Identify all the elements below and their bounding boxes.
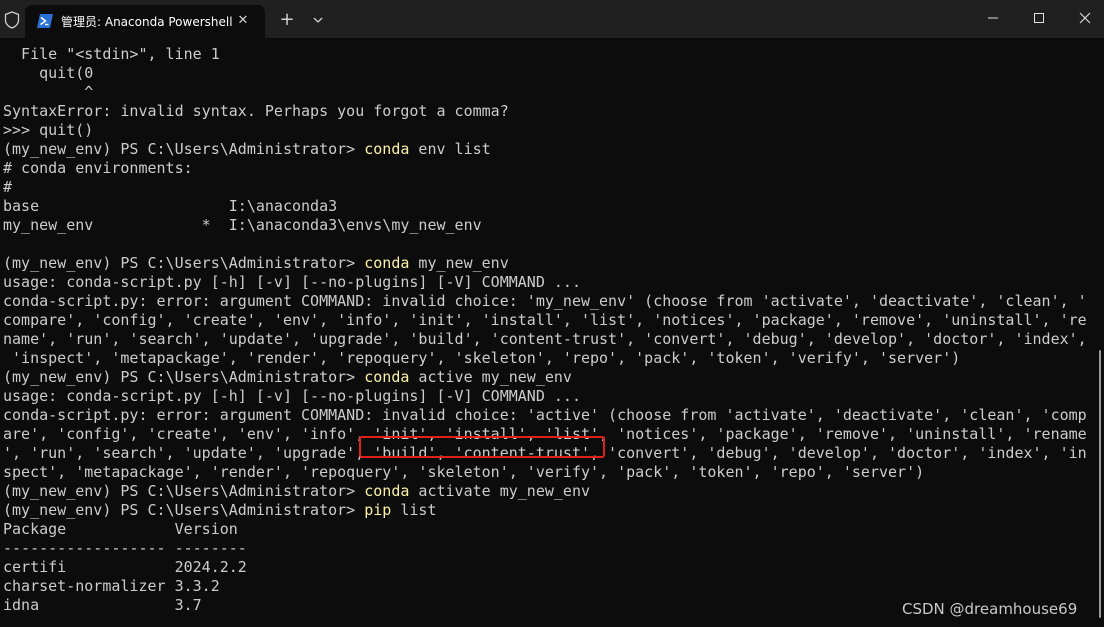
shield-icon xyxy=(4,11,20,29)
terminal-text: (my_new_env) PS C:\Users\Administrator> xyxy=(3,254,365,272)
terminal-line: (my_new_env) PS C:\Users\Administrator> … xyxy=(3,140,1092,159)
minimize-icon xyxy=(988,17,998,19)
terminal-output[interactable]: File "<stdin>", line 1 quit(0 ^ SyntaxErr… xyxy=(0,45,1092,627)
terminal-line: quit(0 xyxy=(3,64,1092,83)
terminal-text: certifi 2024.2.2 xyxy=(3,558,247,576)
terminal-text: # conda environments: xyxy=(3,159,193,177)
terminal-line: (my_new_env) PS C:\Users\Administrator> … xyxy=(3,482,1092,501)
command-keyword: conda xyxy=(364,140,410,158)
terminal-line: (my_new_env) PS C:\Users\Administrator> … xyxy=(3,254,1092,273)
terminal-text: my_new_env xyxy=(409,254,509,272)
terminal-line: >>> quit() xyxy=(3,121,1092,140)
terminal-text: File "<stdin>", line 1 xyxy=(3,45,220,63)
terminal-text: ^ xyxy=(3,83,94,101)
command-keyword: pip xyxy=(364,501,392,519)
terminal-line: File "<stdin>", line 1 xyxy=(3,45,1092,64)
terminal-text: idna 3.7 xyxy=(3,596,202,614)
terminal-text: usage: conda-script.py [-h] [-v] [--no-p… xyxy=(3,387,581,405)
terminal-text: usage: conda-script.py [-h] [-v] [--no-p… xyxy=(3,273,581,291)
terminal-text: name', 'run', 'search', 'update', 'upgra… xyxy=(3,330,1087,348)
title-bar: 管理员: Anaconda Powershell ✕ + xyxy=(0,0,1104,38)
highlight-box xyxy=(359,436,605,458)
terminal-text: active my_new_env xyxy=(409,368,572,386)
terminal-line: usage: conda-script.py [-h] [-v] [--no-p… xyxy=(3,273,1092,292)
terminal-line: (my_new_env) PS C:\Users\Administrator> … xyxy=(3,368,1092,387)
terminal-text: base I:\anaconda3 xyxy=(3,197,338,215)
minimize-button[interactable] xyxy=(970,0,1016,36)
close-window-icon xyxy=(1079,12,1091,24)
close-icon[interactable]: ✕ xyxy=(233,11,253,31)
terminal-text: (my_new_env) PS C:\Users\Administrator> xyxy=(3,501,365,519)
terminal-line: certifi 2024.2.2 xyxy=(3,558,1092,577)
terminal-line: charset-normalizer 3.3.2 xyxy=(3,577,1092,596)
terminal-text: Package Version xyxy=(3,520,238,538)
powershell-icon xyxy=(37,14,53,28)
terminal-line: name', 'run', 'search', 'update', 'upgra… xyxy=(3,330,1092,349)
plus-icon[interactable]: + xyxy=(277,10,297,30)
terminal-line: spect', 'metapackage', 'render', 'repoqu… xyxy=(3,463,1092,482)
terminal-text: conda-script.py: error: argument COMMAND… xyxy=(3,292,1087,310)
terminal-text: conda-script.py: error: argument COMMAND… xyxy=(3,406,1087,424)
terminal-line: Package Version xyxy=(3,520,1092,539)
terminal-line: conda-script.py: error: argument COMMAND… xyxy=(3,406,1092,425)
terminal-text: # xyxy=(3,178,13,196)
terminal-line: ------------------ -------- xyxy=(3,539,1092,558)
terminal-text: (my_new_env) PS C:\Users\Administrator> xyxy=(3,368,365,386)
command-keyword: conda xyxy=(364,482,410,500)
terminal-text: my_new_env * I:\anaconda3\envs\my_new_en… xyxy=(3,216,482,234)
terminal-window: 管理员: Anaconda Powershell ✕ + File "<stdi… xyxy=(0,0,1104,627)
terminal-text: env list xyxy=(409,140,491,158)
command-keyword: conda xyxy=(364,254,410,272)
terminal-text: charset-normalizer 3.3.2 xyxy=(3,577,220,595)
terminal-line: # conda environments: xyxy=(3,159,1092,178)
terminal-text: SyntaxError: invalid syntax. Perhaps you… xyxy=(3,102,509,120)
terminal-text: quit(0 xyxy=(3,64,94,82)
terminal-line: SyntaxError: invalid syntax. Perhaps you… xyxy=(3,102,1092,121)
chevron-down-icon[interactable] xyxy=(308,10,328,30)
close-window-button[interactable] xyxy=(1062,0,1104,36)
terminal-line: compare', 'config', 'create', 'env', 'in… xyxy=(3,311,1092,330)
terminal-line: base I:\anaconda3 xyxy=(3,197,1092,216)
terminal-line: 'inspect', 'metapackage', 'render', 'rep… xyxy=(3,349,1092,368)
terminal-text: 'inspect', 'metapackage', 'render', 'rep… xyxy=(3,349,961,367)
terminal-text: (my_new_env) PS C:\Users\Administrator> xyxy=(3,140,365,158)
command-keyword: conda xyxy=(364,368,410,386)
maximize-icon xyxy=(1034,13,1044,23)
terminal-line: (my_new_env) PS C:\Users\Administrator> … xyxy=(3,501,1092,520)
terminal-line: # xyxy=(3,178,1092,197)
terminal-line: my_new_env * I:\anaconda3\envs\my_new_en… xyxy=(3,216,1092,235)
terminal-text: (my_new_env) PS C:\Users\Administrator> xyxy=(3,482,365,500)
terminal-text: >>> quit() xyxy=(3,121,94,139)
tab-title: 管理员: Anaconda Powershell xyxy=(61,15,233,29)
terminal-text: activate my_new_env xyxy=(409,482,591,500)
scrollbar[interactable] xyxy=(1099,350,1101,618)
terminal-line: usage: conda-script.py [-h] [-v] [--no-p… xyxy=(3,387,1092,406)
maximize-button[interactable] xyxy=(1016,0,1062,36)
terminal-line: conda-script.py: error: argument COMMAND… xyxy=(3,292,1092,311)
watermark: CSDN @dreamhouse69 xyxy=(902,600,1078,618)
terminal-text: compare', 'config', 'create', 'env', 'in… xyxy=(3,311,1087,329)
terminal-text: spect', 'metapackage', 'render', 'repoqu… xyxy=(3,463,925,481)
tab-anaconda-powershell[interactable]: 管理员: Anaconda Powershell ✕ xyxy=(25,5,265,38)
terminal-text: ------------------ -------- xyxy=(3,539,247,557)
terminal-line: ^ xyxy=(3,83,1092,102)
terminal-text: list xyxy=(391,501,437,519)
